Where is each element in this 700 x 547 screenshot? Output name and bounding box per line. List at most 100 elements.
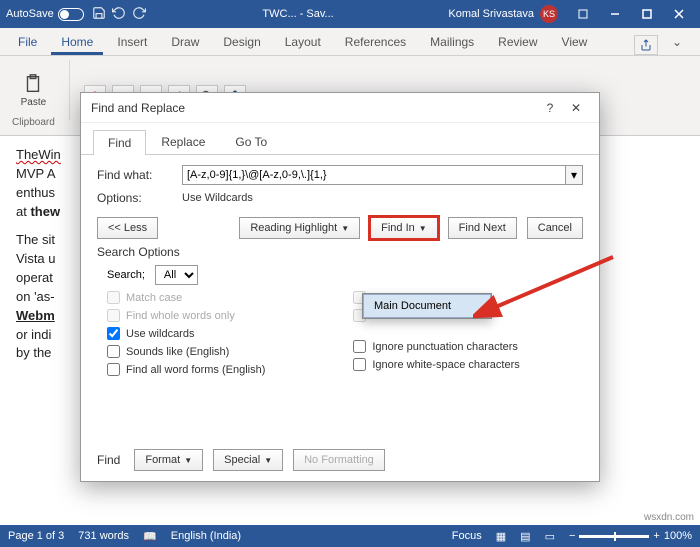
tab-home[interactable]: Home [51, 29, 103, 55]
cancel-button[interactable]: Cancel [527, 217, 583, 239]
paste-label: Paste [21, 97, 47, 108]
search-direction-select[interactable]: All [155, 265, 198, 285]
match-case-checkbox[interactable]: Match case [107, 291, 265, 304]
clipboard-label: Clipboard [12, 117, 55, 128]
dialog-body: Find what: ▾ Options: Use Wildcards << L… [81, 155, 599, 481]
doc-text: enthus [16, 185, 55, 200]
search-options: Search Options Search; All Match case Fi… [97, 245, 583, 376]
doc-text: by the [16, 345, 51, 360]
tab-mailings[interactable]: Mailings [420, 29, 484, 55]
doc-text: operat [16, 270, 53, 285]
no-formatting-button[interactable]: No Formatting [293, 449, 385, 471]
zoom-value[interactable]: 100% [664, 530, 692, 542]
find-what-input[interactable] [182, 165, 565, 185]
find-replace-dialog: Find and Replace ? ✕ Find Replace Go To … [80, 92, 600, 482]
dialog-tabs: Find Replace Go To [81, 123, 599, 155]
doc-text: or indi [16, 327, 51, 342]
whole-words-checkbox[interactable]: Find whole words only [107, 309, 265, 322]
ribbon-display-icon[interactable] [568, 4, 598, 24]
ignore-whitespace-checkbox[interactable]: Ignore white-space characters [353, 358, 519, 371]
share-button[interactable] [634, 35, 658, 55]
find-footer-label: Find [97, 453, 120, 467]
tab-view[interactable]: View [552, 29, 598, 55]
page-indicator[interactable]: Page 1 of 3 [8, 530, 64, 542]
tab-layout[interactable]: Layout [275, 29, 331, 55]
tab-insert[interactable]: Insert [107, 29, 157, 55]
dialog-title-bar[interactable]: Find and Replace ? ✕ [81, 93, 599, 123]
window-controls [568, 4, 694, 24]
zoom-slider[interactable] [579, 535, 649, 538]
find-in-dropdown: Main Document [362, 293, 492, 319]
tab-find[interactable]: Find [93, 130, 146, 155]
focus-mode[interactable]: Focus [452, 530, 482, 542]
find-what-combo[interactable]: ▾ [182, 165, 583, 185]
maximize-icon[interactable] [632, 4, 662, 24]
view-read-icon[interactable]: ▦ [496, 530, 506, 543]
toggle-switch[interactable] [58, 8, 84, 21]
help-icon[interactable]: ? [537, 97, 563, 119]
find-footer: Find Format▼ Special▼ No Formatting [97, 449, 385, 471]
tab-file[interactable]: File [8, 29, 47, 55]
tab-replace[interactable]: Replace [146, 129, 220, 154]
user-avatar: KS [540, 5, 558, 23]
dialog-close-icon[interactable]: ✕ [563, 97, 589, 119]
clipboard-group: Paste Clipboard [8, 60, 59, 131]
find-next-button[interactable]: Find Next [448, 217, 517, 239]
minimize-icon[interactable] [600, 4, 630, 24]
doc-text: Vista u [16, 251, 56, 266]
sounds-like-checkbox[interactable]: Sounds like (English) [107, 345, 265, 358]
tab-goto[interactable]: Go To [220, 129, 282, 154]
zoom-in-icon[interactable]: + [653, 530, 659, 542]
word-forms-checkbox[interactable]: Find all word forms (English) [107, 363, 265, 376]
save-icon[interactable] [92, 6, 106, 23]
autosave-label: AutoSave [6, 8, 54, 20]
tab-draw[interactable]: Draw [161, 29, 209, 55]
undo-icon[interactable] [112, 6, 126, 23]
tab-references[interactable]: References [335, 29, 416, 55]
status-bar: Page 1 of 3 731 words 📖 English (India) … [0, 525, 700, 547]
paste-button[interactable]: Paste [17, 71, 51, 110]
use-wildcards-checkbox[interactable]: Use wildcards [107, 327, 265, 340]
find-in-button[interactable]: Find In▼ [370, 217, 438, 239]
close-icon[interactable] [664, 4, 694, 24]
format-button[interactable]: Format▼ [134, 449, 203, 471]
user-account[interactable]: Komal Srivastava KS [448, 5, 558, 23]
search-label: Search; [107, 269, 145, 281]
doc-text: The sit [16, 232, 55, 247]
redo-icon[interactable] [132, 6, 146, 23]
zoom-out-icon[interactable]: − [569, 530, 575, 542]
quick-access-toolbar [92, 6, 146, 23]
special-button[interactable]: Special▼ [213, 449, 283, 471]
watermark: wsxdn.com [644, 512, 694, 523]
less-button[interactable]: << Less [97, 217, 158, 239]
doc-text: TheWin [16, 147, 61, 162]
zoom-control[interactable]: − + 100% [569, 530, 692, 542]
main-document-item[interactable]: Main Document [363, 294, 491, 318]
reading-highlight-button[interactable]: Reading Highlight▼ [239, 217, 360, 239]
find-what-label: Find what: [97, 168, 172, 182]
doc-link: thew [30, 204, 60, 219]
autosave-toggle[interactable]: AutoSave [6, 8, 84, 21]
doc-text: MVP A [16, 166, 56, 181]
user-name: Komal Srivastava [448, 8, 534, 20]
doc-text: Webm [16, 308, 55, 323]
options-value: Use Wildcards [182, 192, 253, 204]
tab-review[interactable]: Review [488, 29, 547, 55]
doc-text: on 'as- [16, 289, 55, 304]
search-options-header: Search Options [97, 245, 583, 259]
chevron-down-icon[interactable]: ▾ [565, 165, 583, 185]
options-label: Options: [97, 191, 172, 205]
view-print-icon[interactable]: ▤ [520, 530, 530, 543]
word-count[interactable]: 731 words [78, 530, 129, 542]
view-web-icon[interactable]: ▭ [545, 530, 555, 543]
ribbon-chevron-icon[interactable]: ⌄ [662, 29, 692, 55]
ignore-punctuation-checkbox[interactable]: Ignore punctuation characters [353, 340, 519, 353]
tab-design[interactable]: Design [213, 29, 270, 55]
doc-text: at [16, 204, 30, 219]
title-bar: AutoSave TWC... - Sav... Komal Srivastav… [0, 0, 700, 28]
document-title: TWC... - Sav... [158, 8, 439, 20]
language-indicator[interactable]: English (India) [171, 530, 241, 542]
spellcheck-icon[interactable]: 📖 [143, 530, 157, 543]
dialog-title: Find and Replace [91, 101, 185, 115]
ribbon-tabs: File Home Insert Draw Design Layout Refe… [0, 28, 700, 56]
